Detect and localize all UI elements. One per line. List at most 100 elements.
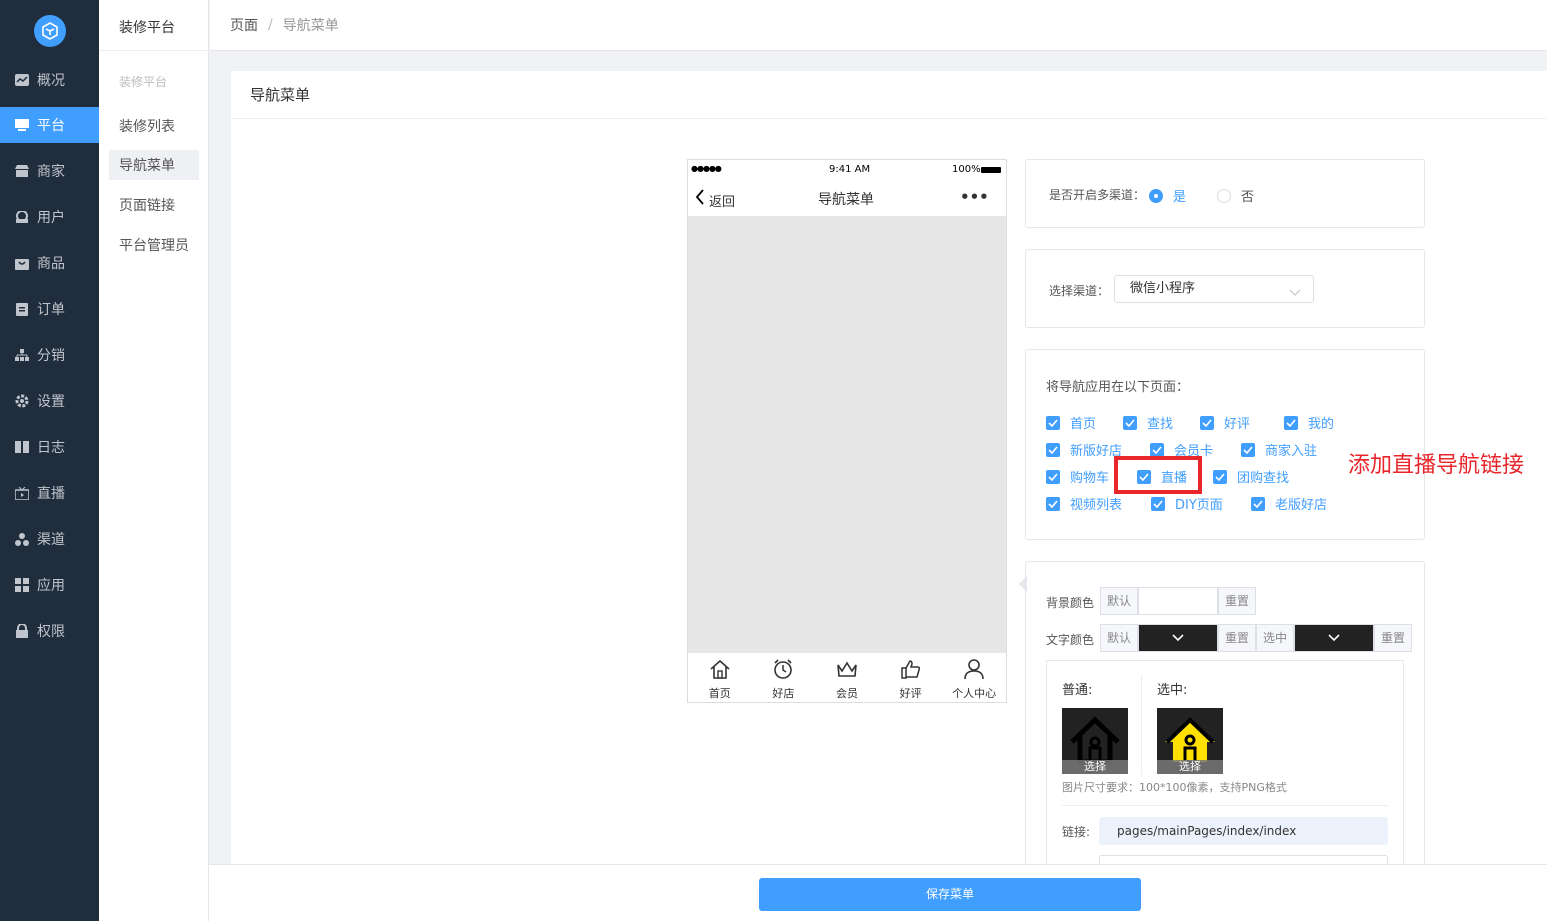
- page-checkbox[interactable]: 老版好店: [1251, 494, 1327, 513]
- signal-icon: ●●●●●: [691, 164, 722, 173]
- sidebar-item-settings[interactable]: 设置: [0, 383, 99, 419]
- text-reset-button[interactable]: 重置: [1218, 624, 1257, 652]
- normal-icon-picker[interactable]: 选择: [1062, 708, 1128, 774]
- page-checkbox[interactable]: 好评: [1200, 413, 1250, 432]
- breadcrumb-root[interactable]: 页面: [230, 15, 258, 35]
- subnav-title: 装修平台: [119, 20, 175, 36]
- checkbox-checked-icon: [1284, 415, 1298, 430]
- breadcrumb-current: 导航菜单: [282, 18, 339, 34]
- page-checkbox[interactable]: 购物车: [1046, 467, 1109, 486]
- subnav-item-platform-admin[interactable]: 平台管理员: [109, 230, 199, 260]
- channel-label: 选择渠道：: [1049, 284, 1110, 298]
- subnav-item-decoration-list[interactable]: 装修列表: [109, 111, 199, 141]
- channel-select[interactable]: 微信小程序: [1114, 275, 1314, 303]
- phone-nav-bar: 返回 导航菜单 •••: [688, 180, 1006, 215]
- apply-pages-panel: 将导航应用在以下页面： 首页 查找 好评 我的 新版好店 会员卡 商家入驻 购物车 直播 团购查找…: [1025, 349, 1425, 540]
- sidebar-item-log[interactable]: 日志: [0, 429, 99, 465]
- multichannel-panel: 是否开启多渠道： 是 否: [1025, 159, 1425, 228]
- multichannel-yes-radio[interactable]: 是: [1149, 186, 1186, 205]
- phone-tab-profile: 个人中心: [942, 653, 1006, 703]
- breadcrumb-separator: /: [268, 17, 273, 33]
- link-input[interactable]: pages/mainPages/index/index: [1099, 817, 1388, 845]
- sitemap-icon: [14, 347, 30, 363]
- sidebar-item-apps[interactable]: 应用: [0, 567, 99, 603]
- bg-color-swatch[interactable]: [1138, 587, 1219, 615]
- main-sidebar: 概况 平台 商家 用户 商品 订单 分销 设置 日志 直播 渠道 应用 权限: [0, 0, 99, 921]
- subnav-item-page-links[interactable]: 页面链接: [109, 190, 199, 220]
- page-checkbox[interactable]: DIY页面: [1151, 494, 1223, 513]
- phone-tab-member: 会员: [815, 653, 879, 703]
- bg-default-button[interactable]: 默认: [1100, 587, 1139, 615]
- cluster-icon: [14, 531, 30, 547]
- chart-icon: [14, 72, 30, 88]
- subnav-group-label: 装修平台: [119, 75, 168, 89]
- menu-item-editor: 普通: 选中: 选择 选择 图片尺寸要求：100*100像素，支持PNG格式 链…: [1046, 660, 1404, 871]
- page-checkbox[interactable]: 团购查找: [1213, 467, 1289, 486]
- lock-icon: [14, 623, 30, 639]
- bg-color-label: 背景颜色: [1046, 596, 1095, 610]
- menu-style-panel: 背景颜色 默认 重置 文字颜色 默认 重置 选中 重置 普通: 选中: 选择 选: [1025, 561, 1425, 871]
- sidebar-item-overview[interactable]: 概况: [0, 62, 99, 98]
- save-menu-button[interactable]: 保存菜单: [759, 878, 1141, 911]
- page-checkbox[interactable]: 新版好店: [1046, 440, 1122, 459]
- thumbs-up-icon: [900, 658, 922, 685]
- checkbox-checked-icon: [1200, 415, 1214, 430]
- text-color-swatch[interactable]: [1138, 624, 1219, 652]
- page-checkbox[interactable]: 视频列表: [1046, 494, 1122, 513]
- image-size-hint: 图片尺寸要求：100*100像素，支持PNG格式: [1062, 781, 1287, 794]
- back-chevron-icon: [695, 189, 705, 209]
- phone-preview: ●●●●● 9:41 AM 100% 返回 导航菜单 ••• 首页 好店 会员 …: [687, 159, 1007, 703]
- sidebar-item-live[interactable]: 直播: [0, 475, 99, 511]
- home-icon: [709, 658, 731, 685]
- breadcrumb: 页面 / 导航菜单: [210, 0, 1547, 51]
- phone-status-bar: ●●●●● 9:41 AM 100%: [688, 160, 1006, 180]
- page-checkbox[interactable]: 首页: [1046, 413, 1096, 432]
- chevron-down-icon: [1172, 634, 1184, 642]
- phone-title: 导航菜单: [818, 192, 874, 208]
- sub-sidebar: 装修平台 装修平台 装修列表 导航菜单 页面链接 平台管理员: [99, 0, 209, 921]
- checkbox-checked-icon: [1123, 415, 1137, 430]
- page-checkbox[interactable]: 我的: [1284, 413, 1334, 432]
- chevron-down-icon: [1328, 634, 1340, 642]
- panel-pointer-arrow: [1019, 576, 1027, 592]
- sidebar-item-user[interactable]: 用户: [0, 199, 99, 235]
- sidebar-item-merchant[interactable]: 商家: [0, 153, 99, 189]
- phone-time: 9:41 AM: [829, 164, 871, 175]
- phone-back-label: 返回: [709, 195, 736, 210]
- sidebar-item-platform[interactable]: 平台: [0, 107, 99, 143]
- checkbox-checked-icon: [1046, 442, 1060, 457]
- sidebar-item-order[interactable]: 订单: [0, 291, 99, 327]
- page-checkbox[interactable]: 查找: [1123, 413, 1173, 432]
- sidebar-item-goods[interactable]: 商品: [0, 245, 99, 281]
- editor-divider: [1141, 675, 1142, 775]
- gear-icon: [14, 393, 30, 409]
- link-label: 链接:: [1062, 825, 1091, 839]
- normal-icon-pick-label: 选择: [1062, 760, 1128, 774]
- selected-reset-button[interactable]: 重置: [1374, 624, 1413, 652]
- bag-icon: [14, 255, 30, 271]
- radio-checked-icon: [1149, 188, 1163, 203]
- checkbox-checked-icon: [1046, 496, 1060, 511]
- text-selected-button[interactable]: 选中: [1256, 624, 1295, 652]
- hint-divider: [1062, 805, 1388, 806]
- text-color-label: 文字颜色: [1046, 633, 1095, 647]
- annotation-text: 添加直播导航链接: [1348, 453, 1525, 478]
- phone-tab-review: 好评: [879, 653, 943, 703]
- bg-reset-button[interactable]: 重置: [1218, 587, 1257, 615]
- multichannel-no-radio[interactable]: 否: [1217, 186, 1254, 205]
- sidebar-item-distribution[interactable]: 分销: [0, 337, 99, 373]
- logo-icon[interactable]: [34, 15, 66, 47]
- checkbox-checked-icon: [1251, 496, 1265, 511]
- selected-color-swatch[interactable]: [1294, 624, 1375, 652]
- subnav-item-nav-menu[interactable]: 导航菜单: [109, 150, 199, 180]
- chevron-down-icon: [1289, 282, 1301, 308]
- selected-icon-label: 选中:: [1157, 683, 1188, 698]
- text-color-row: 默认 重置 选中 重置: [1100, 624, 1413, 652]
- selected-icon-picker[interactable]: 选择: [1157, 708, 1223, 774]
- text-default-button[interactable]: 默认: [1100, 624, 1139, 652]
- sidebar-item-permission[interactable]: 权限: [0, 613, 99, 649]
- clock-icon: [772, 658, 794, 685]
- page-checkbox[interactable]: 商家入驻: [1241, 440, 1317, 459]
- sidebar-item-channel[interactable]: 渠道: [0, 521, 99, 557]
- bg-color-row: 默认 重置: [1100, 587, 1257, 615]
